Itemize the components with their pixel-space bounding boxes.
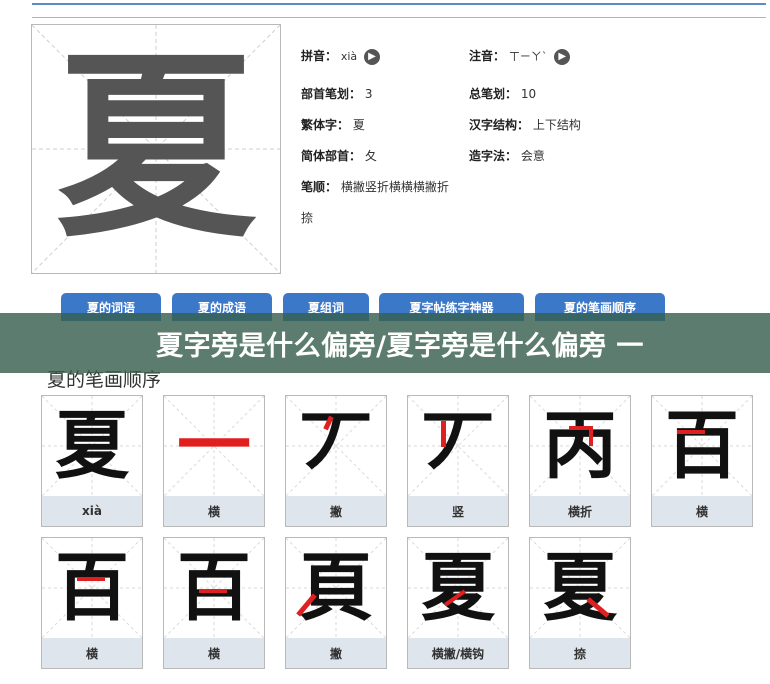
stroke-card-box: 百 <box>42 538 142 638</box>
stroke-card-box: 百 <box>164 538 264 638</box>
stroke-card-box: 夏 <box>408 538 508 638</box>
stroke-char: 丆 <box>299 403 373 489</box>
total-strokes-label: 总笔划： <box>469 87 518 101</box>
stroke-highlight <box>199 589 227 593</box>
stroke-card: 百 横 <box>41 537 143 669</box>
stroke-card-box: 百 <box>652 396 752 496</box>
formation-label: 造字法： <box>469 149 518 163</box>
stroke-char: 頁 <box>299 545 373 631</box>
stroke-order-label: 笔顺： <box>301 180 338 194</box>
stroke-char: 夏 <box>421 545 495 631</box>
formation-value: 会意 <box>520 149 545 163</box>
zhuyin-label: 注音： <box>469 49 506 63</box>
stroke-char: 丙 <box>543 403 617 489</box>
traditional-row: 繁体字： 夏 <box>301 116 365 133</box>
stroke-card: 丙 横折 <box>529 395 631 527</box>
stroke-card: 丆 竖 <box>407 395 509 527</box>
radical-strokes-row: 部首笔划： 3 <box>301 85 372 102</box>
stroke-order-value-continued: 捺 <box>301 211 314 225</box>
stroke-card-box: 丙 <box>530 396 630 496</box>
stroke-order-row: 笔顺： 横撇竖折横横横撇折 <box>301 178 449 195</box>
stroke-order-value: 横撇竖折横横横撇折 <box>340 180 449 194</box>
stroke-card: 夏 横撇/横钩 <box>407 537 509 669</box>
stroke-order-row-continued: 捺 <box>301 209 313 226</box>
stroke-card: 百 横 <box>651 395 753 527</box>
stroke-label: 竖 <box>408 496 508 526</box>
stroke-char: 丆 <box>421 403 495 489</box>
zhuyin-row: 注音： ㄒㄧㄚˋ ▶ <box>469 47 571 65</box>
top-rule-secondary <box>32 17 766 18</box>
overlay-banner: 夏字旁是什么偏旁/夏字旁是什么偏旁 一 <box>0 313 770 373</box>
stroke-label: 撇 <box>286 638 386 668</box>
stroke-label: 撇 <box>286 496 386 526</box>
total-strokes-row: 总笔划： 10 <box>469 85 536 102</box>
pinyin-label: 拼音： <box>301 49 338 63</box>
structure-value: 上下结构 <box>532 118 581 132</box>
pinyin-value: xià <box>340 50 358 63</box>
stroke-char: 百 <box>55 545 129 631</box>
main-character: 夏 <box>55 32 256 265</box>
top-rule <box>32 3 766 5</box>
stroke-label: 横 <box>42 638 142 668</box>
zhuyin-value: ㄒㄧㄚˋ <box>508 50 548 63</box>
stroke-label: 横撇/横钩 <box>408 638 508 668</box>
stroke-card: 頁 撇 <box>285 537 387 669</box>
stroke-char: 夏 <box>55 403 129 489</box>
stroke-label: xià <box>42 496 142 526</box>
stroke-highlight <box>77 577 105 581</box>
speaker-icon[interactable]: ▶ <box>554 48 571 65</box>
stroke-card-box: 丆 <box>408 396 508 496</box>
stroke-card-box: 一 <box>164 396 264 496</box>
stroke-label: 横 <box>164 638 264 668</box>
stroke-card: 夏 xià <box>41 395 143 527</box>
stroke-highlight <box>677 430 705 434</box>
stroke-card: 一 横 <box>163 395 265 527</box>
stroke-label: 捺 <box>530 638 630 668</box>
pinyin-row: 拼音： xià ▶ <box>301 47 380 65</box>
stroke-card: 夏 捺 <box>529 537 631 669</box>
stroke-highlight <box>589 426 593 446</box>
stroke-char: 夏 <box>543 545 617 631</box>
stroke-char: 百 <box>665 403 739 489</box>
radical-strokes-value: 3 <box>364 87 373 101</box>
stroke-card-box: 頁 <box>286 538 386 638</box>
structure-row: 汉字结构： 上下结构 <box>469 116 581 133</box>
radical-strokes-label: 部首笔划： <box>301 87 362 101</box>
stroke-card-box: 夏 <box>530 538 630 638</box>
stroke-char: 百 <box>177 545 251 631</box>
speaker-icon[interactable]: ▶ <box>363 48 380 65</box>
stroke-label: 横 <box>652 496 752 526</box>
traditional-value: 夏 <box>352 118 365 132</box>
total-strokes-value: 10 <box>520 87 537 101</box>
structure-label: 汉字结构： <box>469 118 530 132</box>
stroke-highlight <box>441 421 446 447</box>
traditional-label: 繁体字： <box>301 118 350 132</box>
stroke-card: 丆 撇 <box>285 395 387 527</box>
stroke-card: 百 横 <box>163 537 265 669</box>
character-display: 夏 <box>31 24 281 274</box>
stroke-label: 横 <box>164 496 264 526</box>
simplified-radical-label: 简体部首： <box>301 149 362 163</box>
simplified-radical-value: 夂 <box>364 149 377 163</box>
stroke-card-box: 夏 <box>42 396 142 496</box>
stroke-char: 一 <box>177 403 251 489</box>
stroke-label: 横折 <box>530 496 630 526</box>
stroke-card-box: 丆 <box>286 396 386 496</box>
banner-title: 夏字旁是什么偏旁/夏字旁是什么偏旁 一 <box>156 330 644 362</box>
formation-row: 造字法： 会意 <box>469 147 545 164</box>
simplified-radical-row: 简体部首： 夂 <box>301 147 377 164</box>
